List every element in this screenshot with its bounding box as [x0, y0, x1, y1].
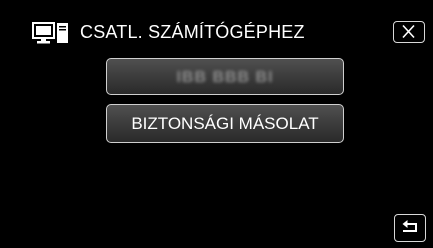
screen: CSATL. SZÁMÍTÓGÉPHEZ IBB BBB BI BIZTONSÁ…	[0, 0, 433, 248]
return-icon	[402, 220, 417, 232]
page-title: CSATL. SZÁMÍTÓGÉPHEZ	[80, 22, 305, 42]
pc-connect-icon	[32, 22, 68, 44]
return-button[interactable]	[394, 214, 426, 242]
backup-button[interactable]: BIZTONSÁGI MÁSOLAT	[106, 104, 344, 143]
close-button[interactable]	[393, 21, 425, 43]
menu-item-disabled-label: IBB BBB BI	[176, 69, 274, 86]
menu-item-disabled: IBB BBB BI	[106, 58, 344, 95]
backup-button-label: BIZTONSÁGI MÁSOLAT	[131, 114, 319, 133]
close-icon	[402, 24, 415, 39]
